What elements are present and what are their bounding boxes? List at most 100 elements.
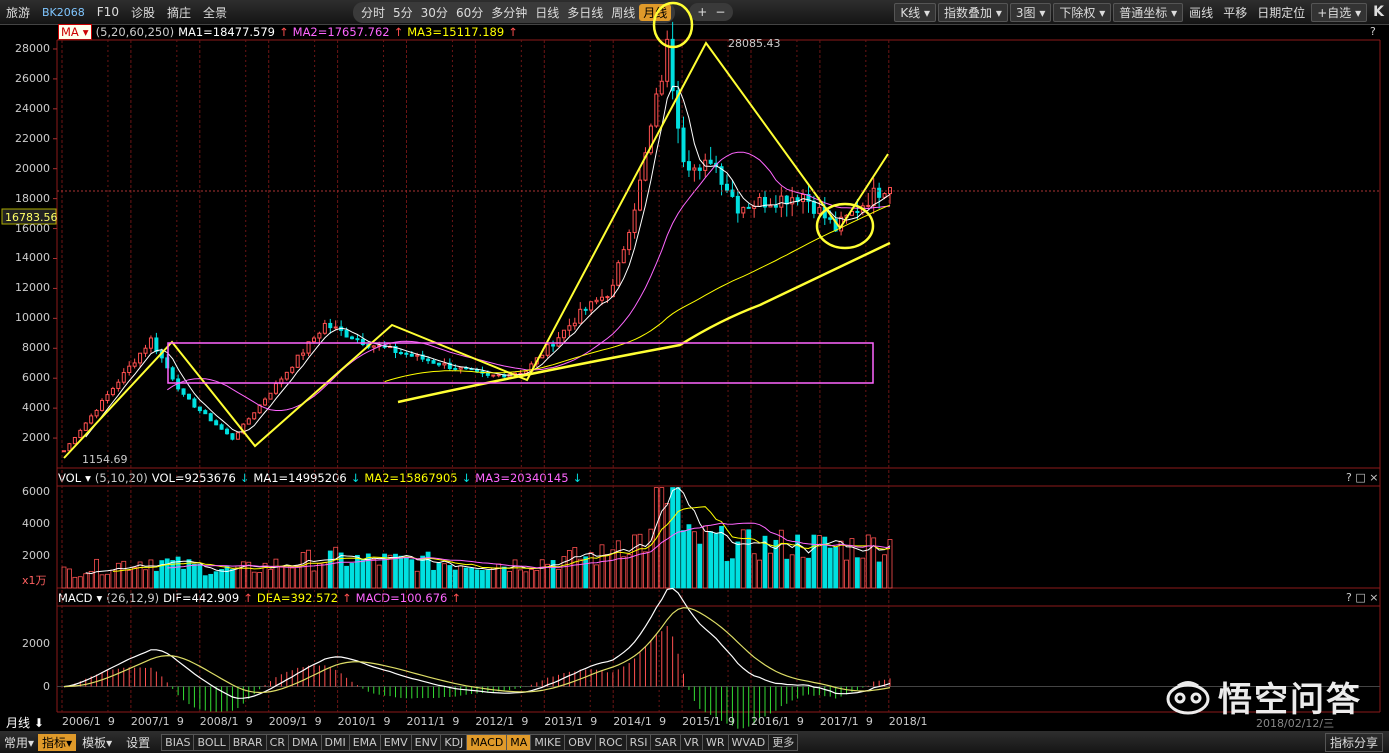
indicator-tab-cr[interactable]: CR (265, 733, 289, 751)
common-dropdown[interactable]: 常用▾ (0, 734, 38, 751)
candle-body (610, 284, 615, 298)
diagnose-button[interactable]: 诊股 (125, 4, 161, 21)
candle-body (100, 399, 105, 411)
volume-bar (132, 567, 138, 589)
k-icon[interactable]: K (1368, 4, 1389, 20)
candle-body (773, 205, 778, 208)
candle-body (393, 346, 398, 353)
vol-indicator-selector[interactable]: VOL ▾ (58, 471, 91, 485)
indicator-tab-wr[interactable]: WR (702, 733, 729, 751)
indicator-tab-kdj[interactable]: KDJ (440, 733, 468, 751)
period-tab-fenshi[interactable]: 分时 (357, 4, 389, 21)
f10-button[interactable]: F10 (91, 5, 125, 19)
pan-button[interactable]: 平移 (1218, 4, 1252, 21)
candle-body (78, 429, 83, 439)
zoom-in-button[interactable]: + (693, 5, 711, 19)
period-tab-5min[interactable]: 5分 (389, 4, 417, 21)
watchlist-dropdown[interactable]: +自选 ▾ (1311, 2, 1368, 22)
indicator-tab-ma[interactable]: MA (506, 733, 532, 751)
indicator-tab-brar[interactable]: BRAR (228, 733, 267, 751)
indicator-tab-rsi[interactable]: RSI (625, 733, 652, 751)
candle-body (784, 195, 789, 205)
volume-bar (192, 564, 197, 589)
ma-indicator-selector[interactable]: MA ▾ (58, 24, 92, 40)
annotations (63, 1, 891, 459)
date-locate-button[interactable]: 日期定位 (1252, 4, 1310, 21)
volume-bar (882, 554, 887, 589)
date-label: 2018/1 (888, 715, 928, 728)
period-tab-30min[interactable]: 30分 (417, 4, 452, 21)
macd-indicator-selector[interactable]: MACD ▾ (58, 591, 102, 605)
candle-body (545, 344, 550, 356)
chart-area[interactable]: 16783.56 28085.43 1154.69 x1万 (0, 0, 1389, 753)
indicator-tab-更多[interactable]: 更多 (768, 733, 799, 751)
volume-bar (507, 570, 513, 589)
indicator-tab-dma[interactable]: DMA (288, 733, 322, 751)
indicator-tab-wvad[interactable]: WVAD (727, 733, 770, 751)
indicator-tab-obv[interactable]: OBV (564, 733, 596, 751)
volume-bar (713, 533, 719, 589)
settings-button[interactable]: 设置 (118, 734, 158, 751)
candle-body (502, 374, 507, 378)
volume-bar (441, 563, 447, 589)
candle-body (849, 210, 854, 216)
period-tab-multimin[interactable]: 多分钟 (487, 4, 531, 21)
volume-bar (376, 564, 382, 589)
macd-panel-controls[interactable]: ? □ × (1346, 591, 1378, 604)
indicator-tab-env[interactable]: ENV (410, 733, 442, 751)
period-tab-monthly[interactable]: 月线 (639, 3, 672, 21)
indicator-tab-boll[interactable]: BOLL (193, 733, 230, 751)
zhaizhuang-button[interactable]: 摘庄 (161, 4, 197, 21)
coordinate-dropdown[interactable]: 普通坐标 ▾ (1113, 2, 1184, 22)
candle-body (795, 197, 800, 203)
volume-bar (251, 571, 257, 589)
indicator-share-button[interactable]: 指标分享 (1324, 732, 1383, 752)
period-tab-60min[interactable]: 60分 (452, 4, 487, 21)
date-label: 2006/1 (62, 715, 101, 728)
volume-bar (806, 557, 811, 589)
down-arrow-icon: ↓ (572, 471, 583, 485)
vol-panel-controls[interactable]: ? □ × (1346, 471, 1378, 484)
indicator-tab-macd[interactable]: MACD (466, 733, 508, 751)
candle-body (225, 428, 230, 435)
template-dropdown[interactable]: 模板▾ (76, 734, 118, 751)
volume-bar (827, 547, 833, 589)
indicator-tab-mike[interactable]: MIKE (530, 733, 566, 751)
period-tab-weekly[interactable]: 周线 (607, 4, 639, 21)
price-tick-label: 2000 (22, 431, 50, 445)
panorama-button[interactable]: 全景 (197, 4, 233, 21)
volume-bar (643, 551, 648, 589)
indicator-tab-sar[interactable]: SAR (650, 733, 681, 751)
help-icon[interactable]: ? (1370, 25, 1376, 38)
volume-bar (327, 550, 333, 589)
period-indicator[interactable]: 月线 ⬇ (6, 714, 44, 731)
index-overlay-dropdown[interactable]: 指数叠加 ▾ (938, 2, 1008, 22)
volume-bar (175, 556, 181, 589)
zoom-out-button[interactable]: − (711, 5, 729, 19)
volume-bars (61, 486, 893, 589)
ma2-line (167, 151, 891, 411)
indicator-dropdown[interactable]: 指标▾ (38, 733, 77, 751)
vol-ma2-line (112, 506, 891, 572)
indicator-tab-bias[interactable]: BIAS (161, 733, 195, 751)
ex-rights-dropdown[interactable]: 下除权 ▾ (1053, 2, 1112, 22)
candle-body (382, 344, 387, 348)
date-label: 9 (590, 715, 598, 728)
indicator-tab-emv[interactable]: EMV (379, 733, 412, 751)
volume-bar (632, 534, 637, 589)
period-tab-multiday[interactable]: 多日线 (563, 4, 607, 21)
layout-dropdown[interactable]: 3图 ▾ (1009, 2, 1052, 22)
price-tick-label: 12000 (15, 281, 50, 295)
indicator-tab-ema[interactable]: EMA (348, 733, 381, 751)
macd-value: MACD=100.676 (355, 591, 448, 605)
candle-body (741, 206, 746, 214)
indicator-tab-dmi[interactable]: DMI (320, 733, 350, 751)
candle-body (561, 329, 566, 339)
kline-dropdown[interactable]: K线 ▾ (894, 2, 937, 22)
period-tab-daily[interactable]: 日线 (531, 4, 563, 21)
volume-bar (110, 569, 116, 589)
draw-line-button[interactable]: 画线 (1184, 4, 1218, 21)
indicator-tab-vr[interactable]: VR (679, 733, 704, 751)
candle-body (659, 80, 664, 95)
indicator-tab-roc[interactable]: ROC (594, 733, 627, 751)
